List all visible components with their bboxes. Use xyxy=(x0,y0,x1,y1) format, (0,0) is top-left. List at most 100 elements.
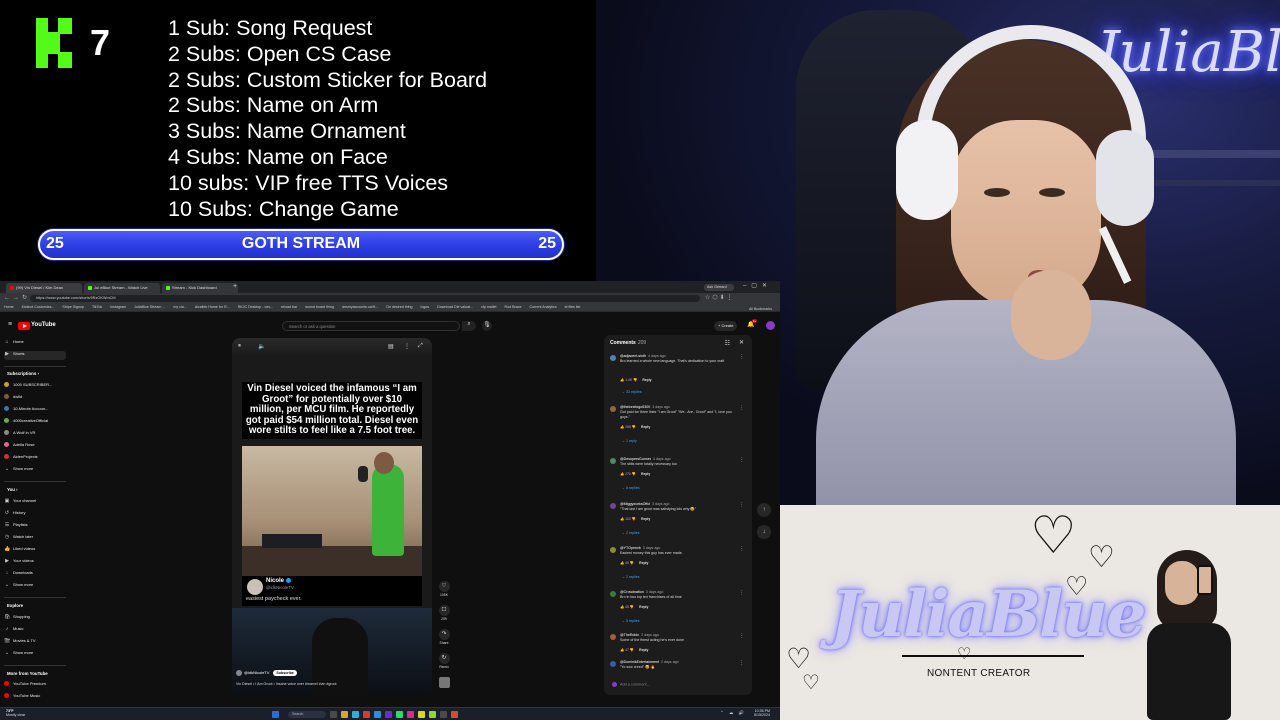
avatar[interactable] xyxy=(610,591,616,597)
sound-thumbnail[interactable] xyxy=(436,677,452,688)
comment-actions[interactable]: 👍 45 👎 Reply xyxy=(620,605,648,609)
sidebar-item-playlists[interactable]: ☰ Playlists xyxy=(4,522,66,531)
sidebar-item-subscription[interactable]: 10-Minute Accoun... xyxy=(4,406,66,415)
taskbar-clock[interactable]: 10:36 PM 8/15/2024 xyxy=(754,709,770,717)
replies-toggle[interactable]: ⌄ 5 replies xyxy=(622,619,640,623)
weather-widget[interactable]: 73°F Mostly clear xyxy=(6,709,25,717)
extension-icons[interactable]: ☆⬡⬇⋮ xyxy=(705,294,735,301)
replies-toggle[interactable]: ⌄ 1 reply xyxy=(622,439,637,443)
comment-author[interactable]: @YTOpenxb 3 days ago xyxy=(620,546,660,550)
bookmark[interactable]: Dn desired thing xyxy=(386,305,412,309)
more-options-icon[interactable]: ⋮ xyxy=(739,546,744,552)
sidebar-item-music[interactable]: ♪ Music xyxy=(4,626,66,635)
replies-toggle[interactable]: ⌄ 2 replies xyxy=(622,531,640,535)
replies-toggle[interactable]: ⌄ 2 replies xyxy=(622,575,640,579)
sidebar-item-youtube-music[interactable]: YouTube Music xyxy=(4,693,66,702)
bookmark[interactable]: Home xyxy=(4,305,14,309)
you-heading[interactable]: You › xyxy=(7,487,18,492)
avatar[interactable] xyxy=(610,503,616,509)
bookmark[interactable]: JuliaBlue Stream ... xyxy=(134,305,165,309)
show-more-button[interactable]: ⌄ Show more xyxy=(4,650,66,659)
sidebar-item-your-videos[interactable]: ▶ Your videos xyxy=(4,558,66,567)
replies-toggle[interactable]: ⌄ 33 replies xyxy=(622,390,642,394)
more-options-icon[interactable]: ⋮ xyxy=(739,457,744,463)
add-comment-input[interactable]: Add a comment... xyxy=(612,682,650,687)
share-button[interactable]: ↷ Share xyxy=(436,629,452,645)
sidebar-item-youtube-premium[interactable]: YouTube Premium xyxy=(4,681,66,690)
short-video-player[interactable]: ⏸ 🔈 ▤ ⋮ ⤢ Vin Diesel voiced the infamous… xyxy=(232,338,432,696)
bookmark[interactable]: Download Die valuat... xyxy=(437,305,473,309)
chrome-icon[interactable] xyxy=(418,711,425,718)
sidebar-item-subscription[interactable]: A Wolf in VR xyxy=(4,430,66,439)
comment-actions[interactable]: 👍 102 👎 Reply xyxy=(620,517,650,521)
show-more-button[interactable]: ⌄ Show more xyxy=(4,466,66,475)
sidebar-item-movies[interactable]: 🎬 Movies & TV xyxy=(4,638,66,647)
obs-icon[interactable] xyxy=(440,711,447,718)
subscribe-button[interactable]: Subscribe xyxy=(273,670,297,677)
bookmark[interactable]: my cla... xyxy=(173,305,186,309)
subscriptions-heading[interactable]: Subscriptions › xyxy=(7,371,39,376)
all-bookmarks-button[interactable]: All Bookmarks xyxy=(749,307,772,311)
comment-author[interactable]: @TheRobin 2 days ago xyxy=(620,633,659,637)
sidebar-item-subscription[interactable]: 1000 SUBSCRIBER... xyxy=(4,382,66,391)
video-description[interactable]: Vin Diesel • I Am Groot • Insane voice o… xyxy=(236,682,337,686)
captions-icon[interactable]: ▤ xyxy=(388,343,394,350)
app-icon[interactable] xyxy=(407,711,414,718)
more-options-icon[interactable]: ⋮ xyxy=(404,343,410,350)
address-bar[interactable]: https://www.youtube.com/shorts/9RzOKWmCM xyxy=(30,295,700,302)
sidebar-item-history[interactable]: ↺ History xyxy=(4,510,66,519)
window-controls[interactable]: –▢✕ xyxy=(743,282,772,289)
edge-icon[interactable] xyxy=(352,711,359,718)
sidebar-item-liked-videos[interactable]: 👍 Liked videos xyxy=(4,546,66,555)
bookmark[interactable]: reload bar xyxy=(281,305,297,309)
avatar[interactable] xyxy=(610,547,616,553)
avatar[interactable] xyxy=(766,321,775,330)
search-icon[interactable]: ⌕ xyxy=(462,321,476,331)
browser-tab[interactable]: Stream - Kick Dashboard xyxy=(162,283,238,293)
previous-short-button[interactable]: ↑ xyxy=(757,503,771,517)
show-more-button[interactable]: ⌄ Show more xyxy=(4,582,66,591)
comment-actions[interactable]: 👍 276 👎 Reply xyxy=(620,472,650,476)
fullscreen-icon[interactable]: ⤢ xyxy=(418,343,423,350)
sidebar-item-shorts[interactable]: ▶ Shorts xyxy=(4,351,66,360)
kick-app-icon[interactable] xyxy=(396,711,403,718)
sidebar-item-subscription[interactable]: Adelia Rose xyxy=(4,442,66,451)
taskbar-search[interactable]: Search xyxy=(288,711,326,718)
comment-actions[interactable]: 👍 40 👎 Reply xyxy=(620,561,648,565)
microphone-icon[interactable]: 🎙 xyxy=(482,321,492,331)
bookmark[interactable]: logos xyxy=(421,305,430,309)
bookmark[interactable]: ansmyaccounts.ca/H... xyxy=(342,305,378,309)
avatar[interactable] xyxy=(610,355,616,361)
next-short-button[interactable]: ↓ xyxy=(757,525,771,539)
youtube-logo-icon[interactable] xyxy=(18,322,30,330)
remix-button[interactable]: ↻ Remix xyxy=(436,653,452,669)
comment-author[interactable]: @thelonelogo5300 3 days ago xyxy=(620,405,670,409)
app-icon[interactable] xyxy=(363,711,370,718)
search-input[interactable]: Search or ask a question xyxy=(282,321,460,331)
app-icon[interactable] xyxy=(451,711,458,718)
bookmark[interactable]: Rod Brace xyxy=(505,305,522,309)
like-button[interactable]: ♡ 105K xyxy=(436,581,452,597)
sidebar-item-home[interactable]: ⌂ Home xyxy=(4,339,66,348)
menu-icon[interactable]: ≡ xyxy=(8,321,12,328)
more-options-icon[interactable]: ⋮ xyxy=(739,354,744,360)
bookmark[interactable]: cfp mallet xyxy=(481,305,496,309)
bookmark[interactable]: RKJC Desktop - ces... xyxy=(238,305,273,309)
bookmark[interactable]: st files list xyxy=(565,305,581,309)
discord-icon[interactable] xyxy=(385,711,392,718)
bookmark[interactable]: Alcaltek Home for R... xyxy=(195,305,230,309)
sort-icon[interactable]: ☷ xyxy=(725,340,730,347)
channel-name[interactable]: @idkNicoleTV xyxy=(244,670,269,675)
avatar[interactable] xyxy=(610,634,616,640)
bookmark[interactable]: Kickbot Customiza... xyxy=(22,305,55,309)
close-icon[interactable]: ✕ xyxy=(739,339,744,346)
profile-chip[interactable]: Ash Gerrard xyxy=(704,284,734,291)
sidebar-item-subscription[interactable]: dwild xyxy=(4,394,66,403)
sidebar-item-watch-later[interactable]: ◷ Watch later xyxy=(4,534,66,543)
comment-actions[interactable]: 👍 47 👎 Reply xyxy=(620,648,648,652)
more-options-icon[interactable]: ⋮ xyxy=(739,660,744,666)
bookmark[interactable]: TikTok xyxy=(92,305,102,309)
pause-icon[interactable]: ⏸ xyxy=(238,343,241,350)
volume-icon[interactable]: 🔈 xyxy=(258,343,265,350)
task-view-icon[interactable] xyxy=(330,711,337,718)
